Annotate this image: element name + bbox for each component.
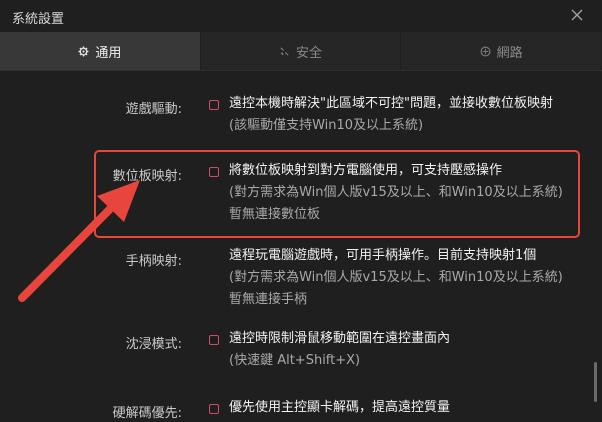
hw-decode-checkbox[interactable] (209, 404, 219, 414)
tab-network[interactable]: 網路 (401, 32, 602, 70)
gamepad-mapping-status: 暫無連接手柄 (229, 292, 308, 307)
settings-tabs: 通用 安全 網路 (0, 32, 602, 71)
gamepad-mapping-text-block: 遠程玩電腦遊戲時，可用手柄操作。目前支持映射1個 (對方需求為Win個人版v15… (229, 245, 563, 311)
game-driver-checkbox[interactable] (209, 100, 219, 110)
gamepad-mapping-text: 遠程玩電腦遊戲時，可用手柄操作。目前支持映射1個 (229, 248, 537, 263)
annotation-highlight-box (94, 150, 580, 238)
immersive-mode-label: 沈浸模式: (125, 337, 182, 352)
globe-icon (480, 46, 491, 57)
gear-icon (78, 45, 89, 57)
gamepad-mapping-label: 手柄映射: (125, 254, 182, 269)
shield-icon (279, 46, 290, 57)
game-driver-text: 遠控本機時解決"此區域不可控"問題，並接收數位板映射 (229, 96, 553, 111)
game-driver-text-block: 遠控本機時解決"此區域不可控"問題，並接收數位板映射 (該驅動僅支持Win10及… (229, 93, 553, 137)
game-driver-label: 遊戲驅動: (125, 102, 182, 117)
window-title: 系統設置 (12, 12, 65, 27)
tab-security[interactable]: 安全 (201, 32, 402, 70)
tab-general[interactable]: 通用 (0, 32, 201, 70)
close-icon[interactable] (568, 6, 586, 24)
scrollbar-thumb[interactable] (594, 362, 597, 402)
immersive-mode-text-block: 遠控時限制滑鼠移動範圍在遠控畫面內 (快速鍵 Alt+Shift+X) (229, 328, 450, 372)
hw-decode-text-block: 優先使用主控顯卡解碼，提高遠控質量 (229, 397, 450, 419)
tab-general-label: 通用 (95, 45, 122, 61)
immersive-mode-note: (快速鍵 Alt+Shift+X) (229, 353, 361, 368)
game-driver-note: (該驅動僅支持Win10及以上系統) (229, 118, 424, 133)
tab-network-label: 網路 (496, 45, 523, 61)
immersive-mode-text: 遠控時限制滑鼠移動範圍在遠控畫面內 (229, 331, 451, 346)
tab-security-label: 安全 (296, 45, 323, 61)
gamepad-mapping-note: (對方需求為Win個人版v15及以上、和Win10及以上系統) (229, 270, 563, 285)
title-bar: 系統設置 (0, 0, 602, 32)
hw-decode-text: 優先使用主控顯卡解碼，提高遠控質量 (229, 400, 451, 415)
hw-decode-label: 硬解碼優先: (112, 406, 182, 421)
immersive-mode-checkbox[interactable] (209, 335, 219, 345)
